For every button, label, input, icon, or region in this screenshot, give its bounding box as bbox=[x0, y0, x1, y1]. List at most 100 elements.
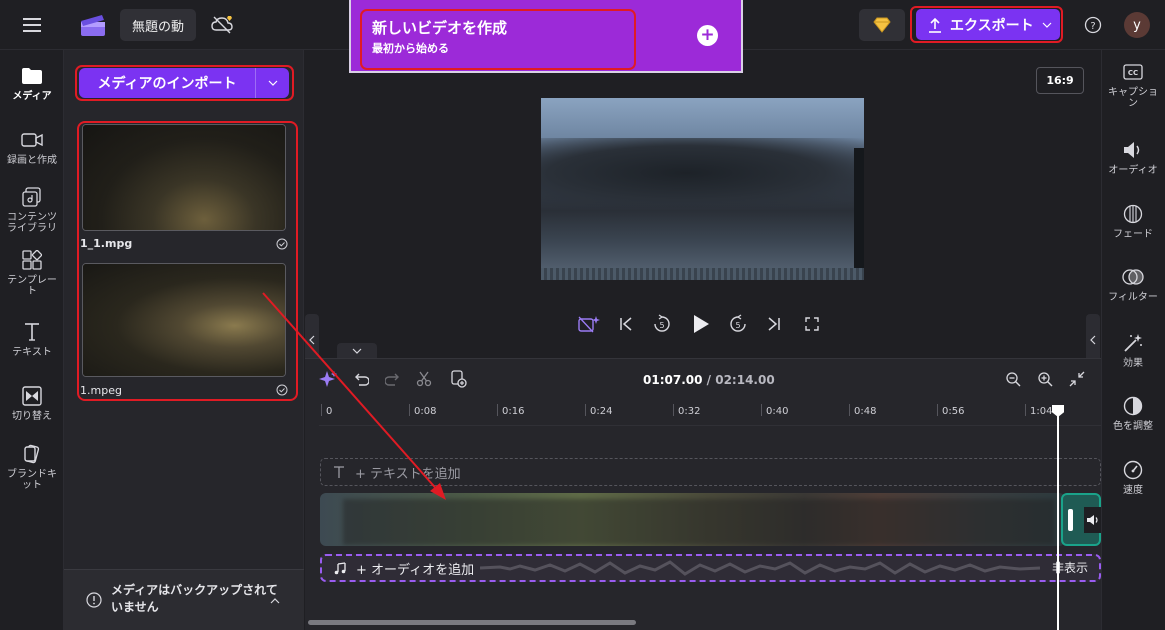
current-time: 01:07.00 bbox=[643, 373, 703, 387]
fade-icon bbox=[1101, 202, 1165, 226]
nav-label-transitions: 切り替え bbox=[12, 411, 52, 422]
skip-back-icon[interactable] bbox=[617, 315, 635, 333]
timeline-scrollbar[interactable] bbox=[308, 620, 636, 625]
info-icon bbox=[86, 592, 102, 608]
ruler-label: 0:08 bbox=[414, 406, 437, 417]
sparkle-icon[interactable] bbox=[318, 369, 338, 389]
forward-5-icon[interactable]: 5 bbox=[727, 313, 749, 335]
filter-icon bbox=[1101, 265, 1165, 289]
video-clip[interactable] bbox=[320, 493, 1065, 546]
cloud-off-icon[interactable] bbox=[210, 13, 234, 37]
redo-icon[interactable] bbox=[384, 370, 402, 388]
ruler-label: 0:40 bbox=[766, 406, 789, 417]
ruler-tick bbox=[849, 404, 850, 416]
help-icon[interactable]: ? bbox=[1083, 15, 1103, 35]
nav-item-content-library[interactable]: コンテンツ ライブラリ bbox=[0, 185, 64, 234]
right-label-speed: 速度 bbox=[1123, 485, 1143, 496]
right-label-filters: フィルター bbox=[1108, 292, 1158, 303]
highlight-box-export bbox=[910, 6, 1063, 43]
right-item-captions[interactable]: CC キャプション bbox=[1101, 60, 1165, 109]
rewind-5-icon[interactable]: 5 bbox=[651, 313, 673, 335]
zoom-out-icon[interactable] bbox=[1004, 370, 1022, 388]
highlight-box-media bbox=[77, 121, 298, 401]
volume-icon[interactable] bbox=[1084, 507, 1102, 533]
templates-icon bbox=[0, 248, 64, 272]
right-item-filters[interactable]: フィルター bbox=[1101, 265, 1165, 303]
ruler-label: 0:32 bbox=[678, 406, 701, 417]
text-icon bbox=[0, 320, 64, 344]
ruler-label: 0 bbox=[326, 406, 333, 417]
fullscreen-icon[interactable] bbox=[803, 315, 821, 333]
trim-handle[interactable] bbox=[1068, 509, 1073, 531]
zoom-in-icon[interactable] bbox=[1036, 370, 1054, 388]
transition-icon bbox=[0, 384, 64, 408]
ruler-tick bbox=[1025, 404, 1026, 416]
ruler-baseline bbox=[319, 425, 1101, 426]
video-clip-end[interactable] bbox=[1061, 493, 1102, 546]
avatar[interactable]: y bbox=[1124, 12, 1150, 38]
play-icon[interactable] bbox=[690, 313, 712, 335]
ruler-tick bbox=[761, 404, 762, 416]
diamond-icon bbox=[873, 17, 891, 33]
svg-text:5: 5 bbox=[659, 321, 664, 330]
scissors-icon[interactable] bbox=[415, 370, 433, 388]
svg-text:?: ? bbox=[1090, 21, 1095, 32]
plus-circle-icon[interactable]: + bbox=[697, 25, 718, 46]
audio-waveform bbox=[480, 560, 1040, 576]
chevron-left-icon bbox=[1090, 335, 1096, 345]
duplicate-icon[interactable] bbox=[448, 369, 468, 389]
add-audio-label: + オーディオを追加 bbox=[356, 562, 475, 578]
camera-icon bbox=[0, 128, 64, 152]
aspect-ratio-button[interactable]: 16:9 bbox=[1036, 67, 1084, 94]
skip-forward-icon[interactable] bbox=[765, 315, 783, 333]
add-text-track[interactable]: + テキストを追加 bbox=[320, 458, 1101, 486]
nav-label-media: メディア bbox=[12, 91, 52, 102]
brand-kit-icon bbox=[0, 442, 64, 466]
speed-icon bbox=[1101, 458, 1165, 482]
nav-item-media[interactable]: メディア bbox=[0, 64, 64, 102]
backup-notice[interactable]: メディアはバックアップされていません bbox=[64, 569, 304, 630]
nav-label-brand-kit: ブランドキット bbox=[7, 469, 57, 491]
add-text-label: + テキストを追加 bbox=[355, 466, 461, 482]
color-adjust-icon bbox=[1101, 394, 1165, 418]
ruler-label: 0:56 bbox=[942, 406, 965, 417]
right-item-audio[interactable]: オーディオ bbox=[1101, 138, 1165, 176]
right-item-effects[interactable]: 効果 bbox=[1101, 331, 1165, 369]
nav-label-templates: テンプレート bbox=[7, 275, 57, 297]
collapse-timeline-button[interactable] bbox=[337, 343, 377, 359]
undo-icon[interactable] bbox=[352, 370, 370, 388]
folder-icon bbox=[0, 64, 64, 88]
ai-magic-icon[interactable] bbox=[578, 314, 600, 334]
music-note-icon bbox=[334, 561, 346, 575]
nav-item-text[interactable]: テキスト bbox=[0, 320, 64, 358]
project-title-text: 無題の動 bbox=[132, 19, 185, 35]
captions-icon: CC bbox=[1101, 60, 1165, 84]
playhead[interactable] bbox=[1057, 408, 1059, 630]
fit-timeline-icon[interactable] bbox=[1068, 370, 1086, 388]
premium-button[interactable] bbox=[859, 9, 905, 41]
nav-item-record[interactable]: 録画と作成 bbox=[0, 128, 64, 166]
ruler-label: 0:16 bbox=[502, 406, 525, 417]
right-item-fade[interactable]: フェード bbox=[1101, 202, 1165, 240]
total-time: / 02:14.00 bbox=[706, 373, 775, 387]
chevron-up-icon[interactable] bbox=[270, 598, 280, 604]
ruler-tick bbox=[497, 404, 498, 416]
nav-label-text: テキスト bbox=[12, 347, 52, 358]
right-item-color-adjust[interactable]: 色を調整 bbox=[1101, 394, 1165, 432]
new-video-title[interactable]: 新しいビデオを作成 bbox=[372, 17, 507, 38]
ruler-tick bbox=[937, 404, 938, 416]
video-preview bbox=[541, 98, 864, 280]
ruler-label: 0:24 bbox=[590, 406, 613, 417]
svg-text:CC: CC bbox=[1128, 69, 1138, 77]
new-video-subtitle: 最初から始める bbox=[372, 42, 449, 55]
hamburger-icon[interactable] bbox=[20, 14, 44, 36]
right-item-speed[interactable]: 速度 bbox=[1101, 458, 1165, 496]
effects-icon bbox=[1101, 331, 1165, 355]
nav-item-brand-kit[interactable]: ブランドキット bbox=[0, 442, 64, 491]
project-title[interactable]: 無題の動 bbox=[120, 9, 196, 41]
nav-item-templates[interactable]: テンプレート bbox=[0, 248, 64, 297]
ruler-tick bbox=[585, 404, 586, 416]
nav-item-transitions[interactable]: 切り替え bbox=[0, 384, 64, 422]
right-label-color-adjust: 色を調整 bbox=[1113, 421, 1153, 432]
highlight-box-import bbox=[75, 65, 294, 101]
